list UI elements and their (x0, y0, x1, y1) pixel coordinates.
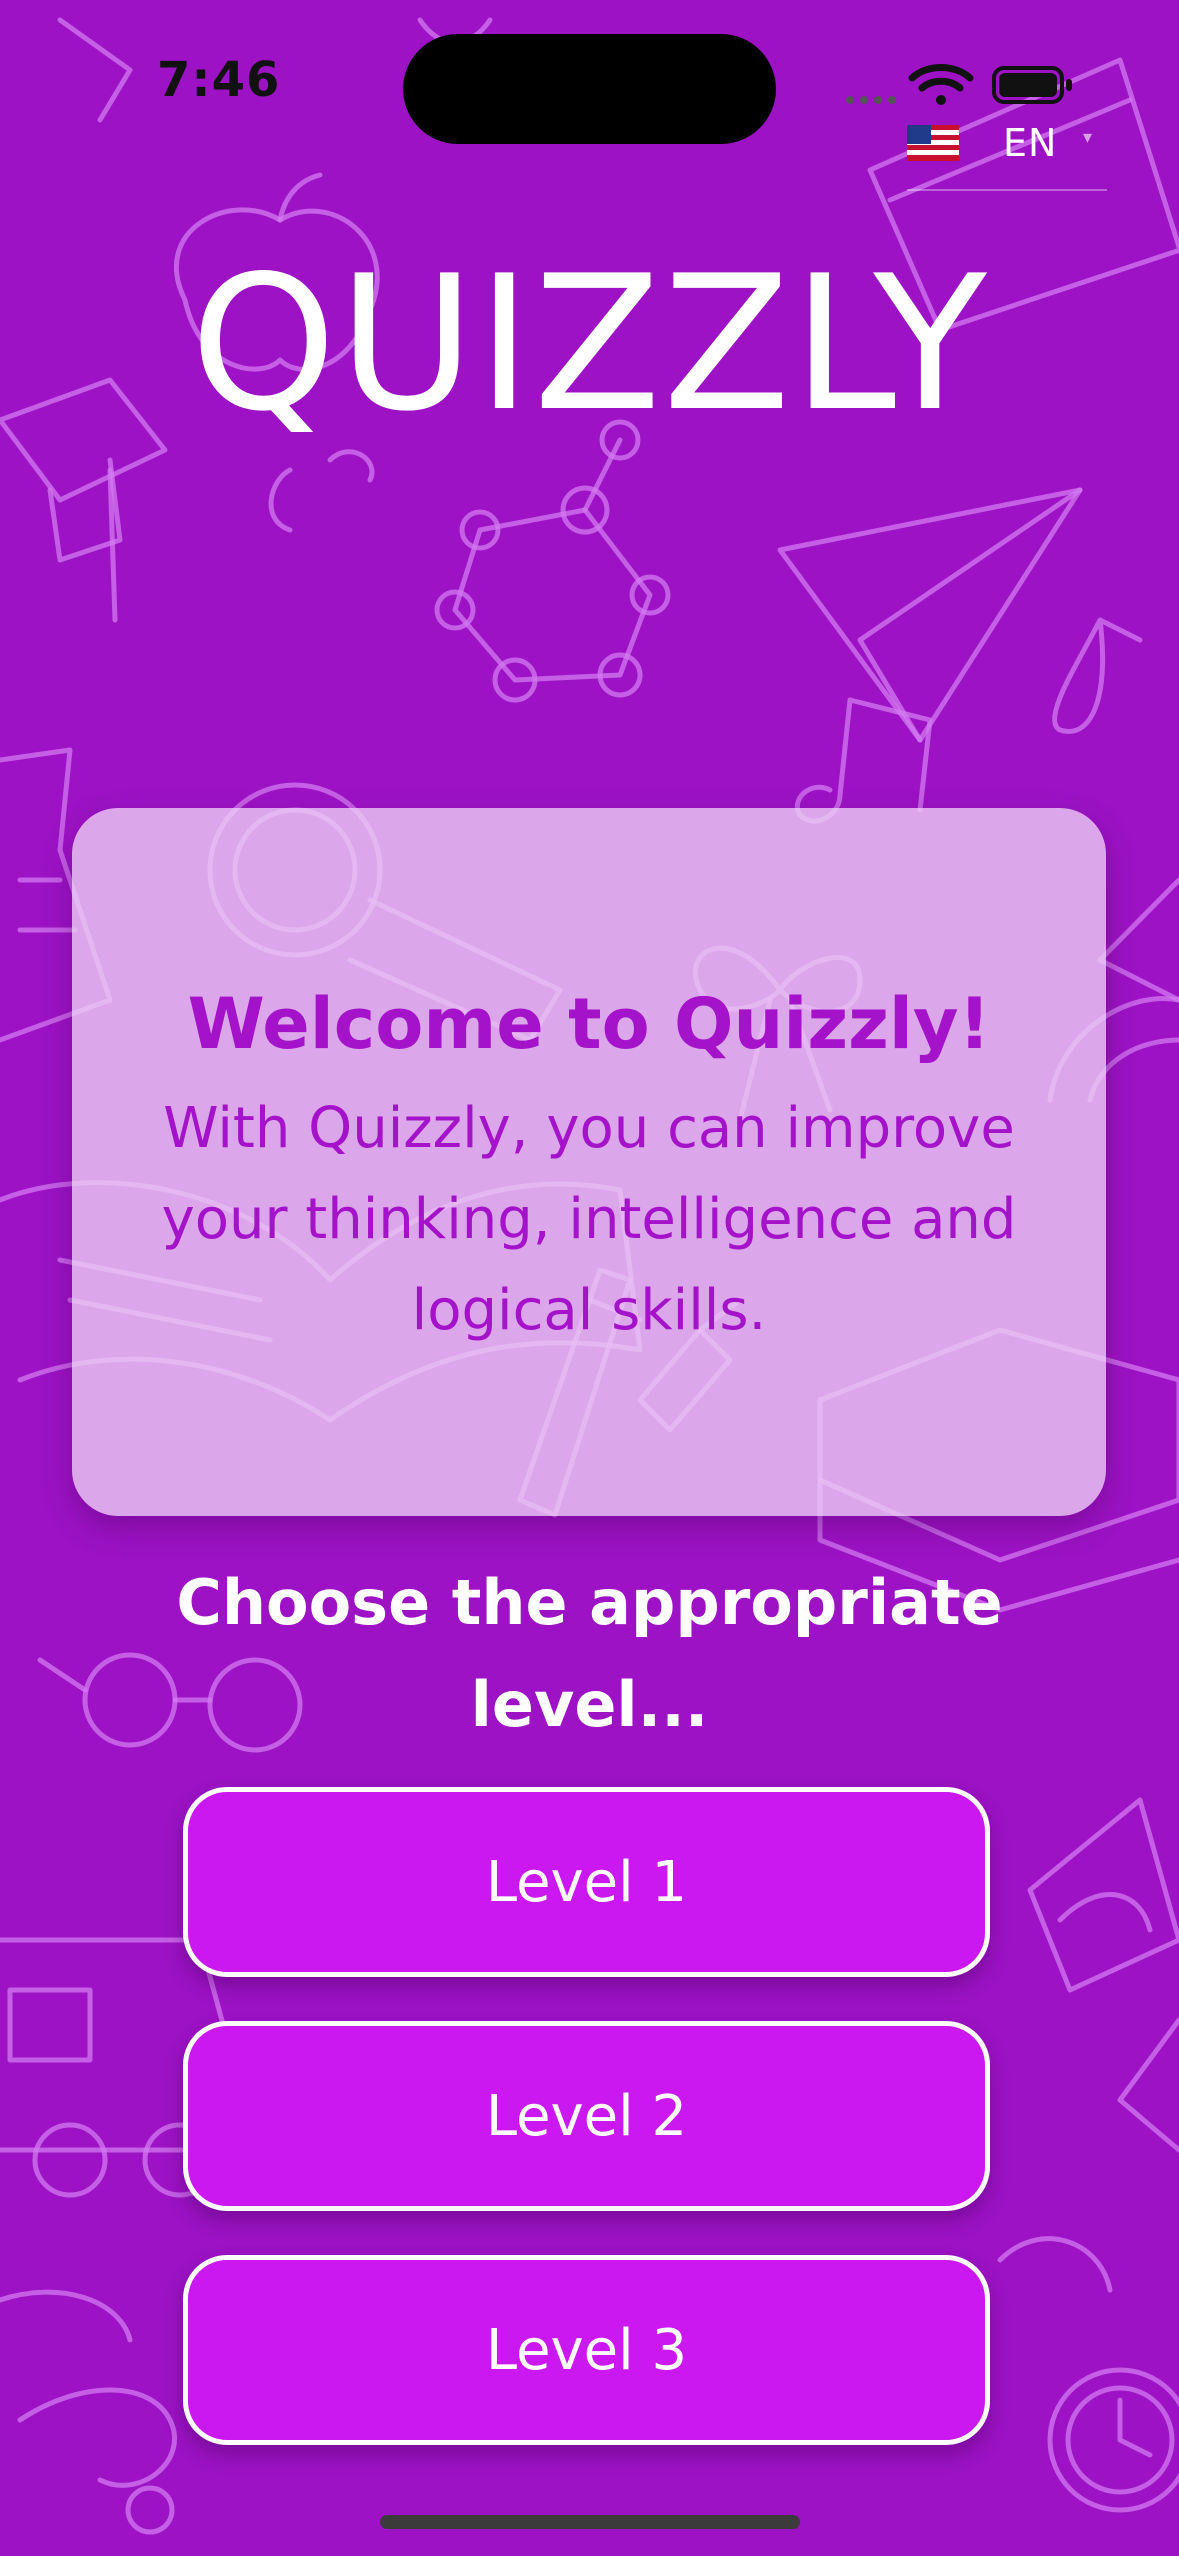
language-code: EN (1003, 121, 1058, 165)
level-prompt: Choose the appropriate level... (176, 1566, 1003, 1741)
dynamic-island (403, 34, 776, 144)
chevron-down-icon: ▾ (1083, 127, 1093, 148)
battery-icon (992, 66, 1072, 104)
us-flag-icon (907, 125, 959, 161)
welcome-title: Welcome to Quizzly! (187, 983, 991, 1065)
wifi-icon (908, 64, 974, 105)
status-time: 7:46 (157, 52, 281, 108)
home-indicator[interactable] (380, 2515, 800, 2529)
welcome-card: Welcome to Quizzly! With Quizzly, you ca… (72, 808, 1106, 1516)
level-2-button[interactable]: Level 2 (183, 2021, 990, 2211)
signal-icon (846, 96, 896, 104)
status-icons (846, 64, 1072, 105)
app-title: QUIZZLY (190, 235, 989, 452)
welcome-description: With Quizzly, you can improve your think… (161, 1096, 1017, 1343)
level-1-button[interactable]: Level 1 (183, 1787, 990, 1977)
language-selector[interactable]: EN ▾ (907, 113, 1107, 191)
level-3-button[interactable]: Level 3 (183, 2255, 990, 2445)
